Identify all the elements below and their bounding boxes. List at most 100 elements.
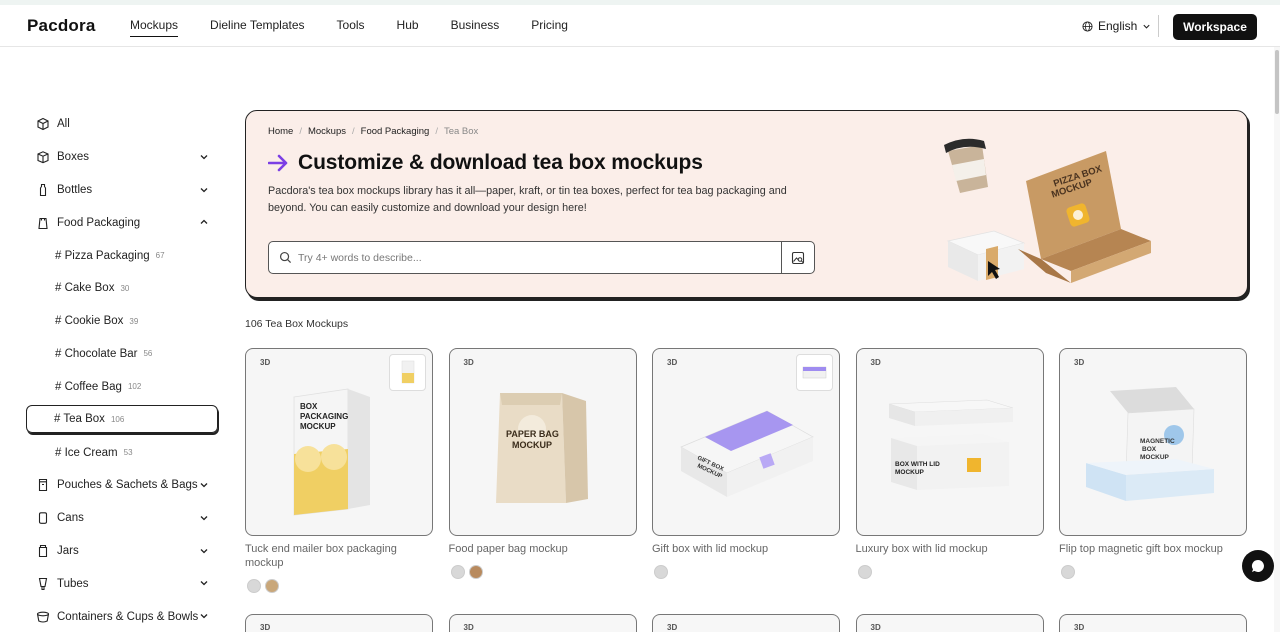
color-swatches bbox=[654, 565, 668, 579]
mockup-card[interactable]: 3D BOX PACKAGING MOCKUP bbox=[245, 348, 433, 536]
sidebar-item-boxes[interactable]: Boxes bbox=[26, 141, 218, 174]
sidebar-item-label: # Chocolate Bar bbox=[55, 347, 138, 360]
magnetic-box-illustration: MAGNETIC BOX MOCKUP bbox=[1086, 387, 1214, 501]
swatch-white[interactable] bbox=[654, 565, 668, 579]
sidebar-item-cans[interactable]: Cans bbox=[26, 502, 218, 535]
cube-icon bbox=[36, 117, 50, 131]
mockup-card[interactable]: 3D MAGNETIC BOX MOCKUP bbox=[1059, 348, 1247, 536]
nav-dieline-templates[interactable]: Dieline Templates bbox=[210, 18, 305, 37]
mockup-card[interactable]: 3D PAPER BAG MOCKUP bbox=[448, 348, 637, 536]
chat-button[interactable] bbox=[1242, 550, 1274, 582]
white-box-illustration bbox=[946, 230, 1026, 281]
main-nav: Mockups Dieline Templates Tools Hub Busi… bbox=[130, 18, 600, 37]
breadcrumb-food-packaging[interactable]: Food Packaging bbox=[361, 126, 430, 137]
breadcrumb-home[interactable]: Home bbox=[268, 126, 293, 137]
chevron-down-icon[interactable] bbox=[198, 610, 210, 622]
card-art-text: MOCKUP bbox=[1140, 454, 1170, 461]
mockup-card[interactable]: 3D bbox=[652, 614, 840, 632]
luxury-box-illustration: BOX WITH LID MOCKUP bbox=[888, 399, 1013, 490]
sidebar-item-food-packaging[interactable]: Food Packaging bbox=[26, 206, 218, 239]
results-count: 106 Tea Box Mockups bbox=[245, 318, 349, 330]
3d-badge-icon: 3D bbox=[463, 358, 474, 367]
color-swatches bbox=[247, 579, 279, 593]
scrollbar-thumb[interactable] bbox=[1275, 50, 1279, 114]
sidebar-item-tea-box[interactable]: # Tea Box 106 bbox=[26, 405, 218, 434]
sidebar-item-pouches[interactable]: Pouches & Sachets & Bags bbox=[26, 469, 218, 502]
card-art-text: MAGNETIC bbox=[1140, 438, 1175, 445]
card-title[interactable]: Flip top magnetic gift box mockup bbox=[1059, 543, 1249, 557]
sidebar-item-label: Boxes bbox=[57, 151, 89, 164]
swatch-white[interactable] bbox=[450, 565, 465, 579]
mockup-card[interactable]: 3D bbox=[245, 614, 433, 632]
bottle-icon bbox=[36, 183, 50, 197]
chevron-down-icon[interactable] bbox=[198, 545, 210, 557]
card-title[interactable]: Gift box with lid mockup bbox=[652, 543, 842, 557]
3d-badge-icon: 3D bbox=[1074, 623, 1085, 632]
sidebar-item-label: # Coffee Bag bbox=[55, 380, 122, 393]
jar-icon bbox=[36, 544, 50, 558]
sidebar-item-count: 30 bbox=[120, 283, 130, 293]
chevron-up-icon[interactable] bbox=[198, 216, 210, 228]
sidebar-item-containers[interactable]: Containers & Cups & Bowls bbox=[26, 600, 218, 632]
sidebar-item-label: Bottles bbox=[57, 183, 93, 196]
nav-mockups[interactable]: Mockups bbox=[130, 18, 179, 37]
sidebar-item-bottles[interactable]: Bottles bbox=[26, 174, 218, 207]
header-divider bbox=[1158, 15, 1159, 37]
image-search-button[interactable] bbox=[781, 242, 814, 273]
nav-pricing[interactable]: Pricing bbox=[531, 18, 568, 37]
sidebar-item-cake-box[interactable]: # Cake Box 30 bbox=[26, 272, 218, 305]
hero-illustration: PIZZA BOX MOCKUP bbox=[944, 138, 1151, 283]
sidebar-item-tubes[interactable]: Tubes bbox=[26, 567, 218, 600]
sidebar-item-label: Cans bbox=[57, 512, 84, 525]
sidebar-item-ice-cream[interactable]: # Ice Cream 53 bbox=[26, 436, 218, 469]
sidebar-item-jars[interactable]: Jars bbox=[26, 535, 218, 568]
nav-business[interactable]: Business bbox=[451, 18, 500, 37]
sidebar-item-pizza-packaging[interactable]: # Pizza Packaging 67 bbox=[26, 239, 218, 272]
sidebar-item-chocolate-bar[interactable]: # Chocolate Bar 56 bbox=[26, 338, 218, 371]
paper-bag-illustration: PAPER BAG MOCKUP bbox=[495, 393, 588, 503]
chevron-down-icon[interactable] bbox=[198, 151, 210, 163]
chevron-down-icon[interactable] bbox=[198, 184, 210, 196]
sidebar-item-count: 53 bbox=[123, 448, 133, 458]
language-selector[interactable]: English bbox=[1082, 19, 1151, 33]
pacdora-logo[interactable]: Pacdora bbox=[27, 16, 96, 36]
chevron-down-icon[interactable] bbox=[198, 577, 210, 589]
chevron-down-icon[interactable] bbox=[198, 512, 210, 524]
sidebar-item-label: Food Packaging bbox=[57, 216, 141, 229]
card-title[interactable]: Luxury box with lid mockup bbox=[856, 543, 1046, 557]
breadcrumb-mockups[interactable]: Mockups bbox=[308, 126, 346, 137]
nav-hub[interactable]: Hub bbox=[397, 18, 419, 37]
language-label: English bbox=[1098, 19, 1138, 33]
pizza-box-illustration: PIZZA BOX MOCKUP bbox=[1018, 151, 1151, 283]
mockup-card[interactable]: 3D bbox=[448, 614, 637, 632]
mockup-card[interactable]: 3D bbox=[855, 614, 1044, 632]
card-art-text: PACKAGING bbox=[300, 412, 348, 421]
3d-badge-icon: 3D bbox=[260, 623, 271, 632]
swatch-white[interactable] bbox=[857, 565, 872, 579]
search-input[interactable] bbox=[298, 251, 768, 264]
sidebar-item-all[interactable]: All bbox=[26, 108, 218, 141]
site-header: Pacdora Mockups Dieline Templates Tools … bbox=[0, 5, 1280, 47]
workspace-button[interactable]: Workspace bbox=[1173, 14, 1257, 40]
swatch-white[interactable] bbox=[247, 579, 261, 593]
card-title[interactable]: Food paper bag mockup bbox=[449, 543, 639, 557]
variant-thumbnail[interactable] bbox=[796, 354, 833, 391]
mockup-card[interactable]: 3D GIFT BOX MOCKUP bbox=[652, 348, 840, 536]
nav-tools[interactable]: Tools bbox=[337, 18, 365, 37]
search-bar bbox=[268, 241, 815, 274]
sidebar-item-coffee-bag[interactable]: # Coffee Bag 102 bbox=[26, 370, 218, 403]
swatch-kraft[interactable] bbox=[468, 565, 483, 579]
mockup-card[interactable]: 3D bbox=[1059, 614, 1247, 632]
chevron-down-icon[interactable] bbox=[198, 479, 210, 491]
card-title[interactable]: Tuck end mailer box packaging mockup bbox=[245, 543, 435, 570]
breadcrumb-current: Tea Box bbox=[443, 126, 479, 137]
scrollbar-track[interactable] bbox=[1274, 47, 1280, 632]
color-swatches bbox=[857, 565, 872, 579]
mockup-card[interactable]: 3D BOX WITH LID MOCKUP bbox=[855, 348, 1044, 536]
can-icon bbox=[36, 511, 50, 525]
page-title: Customize & download tea box mockups bbox=[298, 151, 703, 174]
gift-box-illustration: GIFT BOX MOCKUP bbox=[680, 410, 814, 497]
swatch-white[interactable] bbox=[1061, 565, 1075, 579]
swatch-kraft[interactable] bbox=[265, 579, 279, 593]
sidebar-item-cookie-box[interactable]: # Cookie Box 39 bbox=[26, 305, 218, 338]
